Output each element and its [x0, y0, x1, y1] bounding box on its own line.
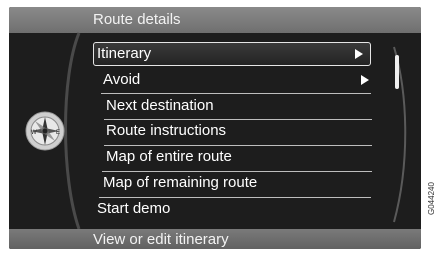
figure-code: G044240: [427, 182, 436, 215]
menu-item-label: Next destination: [106, 97, 214, 114]
menu-item-map-of-remaining-route[interactable]: Map of remaining route: [103, 172, 369, 194]
menu-item-start-demo[interactable]: Start demo: [97, 198, 367, 220]
svg-text:W: W: [31, 130, 37, 136]
menu-item-label: Route instructions: [106, 122, 227, 139]
menu-item-next-destination[interactable]: Next destination: [106, 95, 368, 117]
menu-item-label: Map of entire route: [106, 148, 232, 165]
triangle-right-icon: [361, 75, 369, 85]
menu-item-itinerary[interactable]: Itinerary: [97, 43, 367, 65]
compass-icon: W E: [25, 111, 65, 151]
menu-item-label: Map of remaining route: [103, 174, 258, 191]
triangle-right-icon: [355, 49, 363, 59]
svg-text:E: E: [56, 130, 60, 136]
menu-item-map-of-entire-route[interactable]: Map of entire route: [106, 146, 368, 168]
scrollbar-thumb[interactable]: [395, 55, 399, 89]
menu-item-label: Avoid: [103, 71, 141, 88]
nav-screen: Route details W E Itinerary Avoid Next d…: [9, 7, 421, 249]
divider: [101, 93, 371, 94]
menu-item-label: Itinerary: [97, 45, 152, 62]
menu-item-avoid[interactable]: Avoid: [103, 69, 369, 91]
hint-text: View or edit itinerary: [93, 231, 229, 248]
menu-item-label: Start demo: [97, 200, 171, 217]
menu-item-route-instructions[interactable]: Route instructions: [106, 120, 368, 142]
status-bar: View or edit itinerary: [9, 229, 421, 249]
